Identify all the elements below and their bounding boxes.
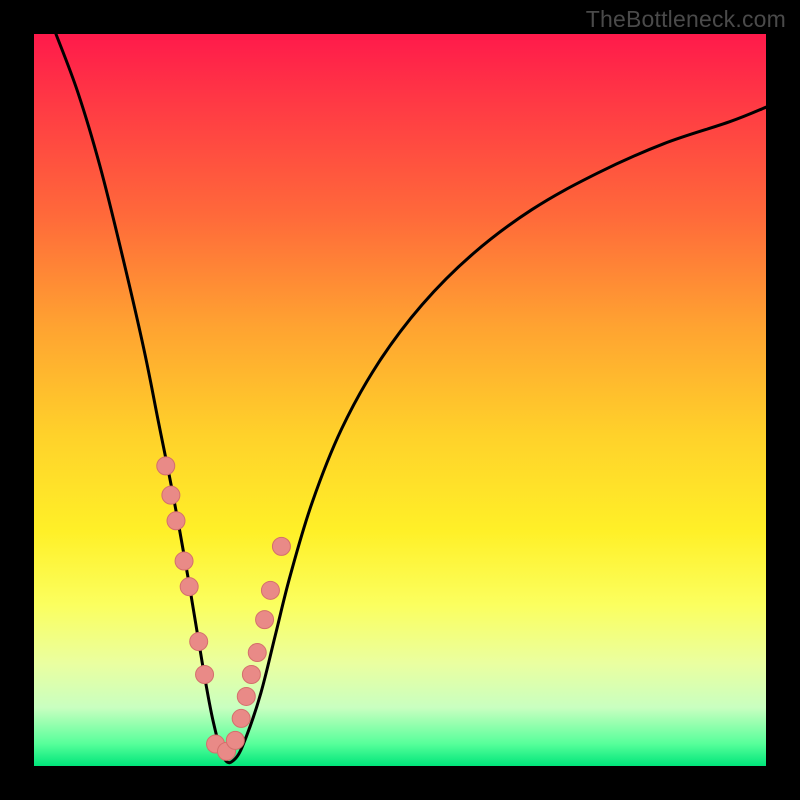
data-point — [175, 552, 193, 570]
data-point — [242, 666, 260, 684]
data-point — [190, 633, 208, 651]
data-point — [196, 666, 214, 684]
bottleneck-curve — [56, 34, 766, 763]
data-point — [180, 578, 198, 596]
chart-svg — [0, 0, 800, 800]
data-point — [237, 687, 255, 705]
data-point — [157, 457, 175, 475]
data-point — [256, 611, 274, 629]
data-point — [248, 644, 266, 662]
data-point — [226, 731, 244, 749]
data-point — [261, 581, 279, 599]
data-point — [162, 486, 180, 504]
data-point — [167, 512, 185, 530]
outer-frame: TheBottleneck.com — [0, 0, 800, 800]
data-point — [232, 709, 250, 727]
data-point — [272, 537, 290, 555]
